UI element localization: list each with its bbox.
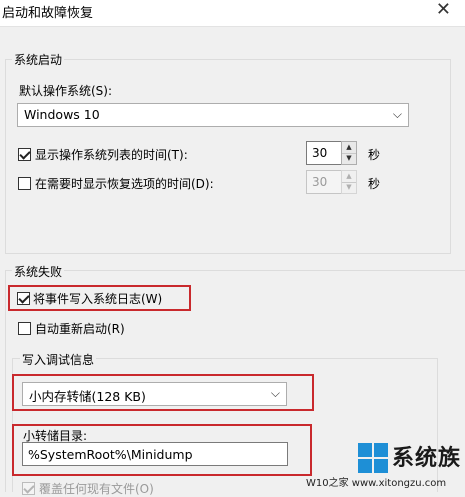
spin-down-icon: ▼ [346,183,352,191]
show-os-list-checkbox[interactable] [18,148,31,161]
watermark-url: W10之家 www.xitongzu.com [306,478,447,489]
write-event-label[interactable]: 将事件写入系统日志(W) [33,290,162,307]
show-os-list-time-input[interactable]: 30 [306,141,343,165]
title-bar: 启动和故障恢复 ✕ [0,0,465,27]
dump-type-value: 小内存转储(128 KB) [29,389,146,404]
dump-type-dropdown[interactable]: 小内存转储(128 KB) ⌵ [22,382,287,406]
dump-dir-value: %SystemRoot%\Minidump [28,447,193,462]
chevron-down-icon: ⌵ [270,386,280,400]
default-os-dropdown[interactable]: Windows 10 ⌵ [17,103,409,127]
windows-logo-watermark [358,443,388,473]
show-recovery-time-input: 30 [306,170,343,194]
dump-dir-input[interactable]: %SystemRoot%\Minidump [22,442,288,466]
overwrite-checkbox[interactable] [22,482,35,495]
default-os-value: Windows 10 [24,107,100,122]
show-recovery-label[interactable]: 在需要时显示恢复选项的时间(D): [35,175,214,192]
window-title: 启动和故障恢复 [2,6,94,21]
seconds-unit-label-2: 秒 [368,177,381,191]
auto-restart-label[interactable]: 自动重新启动(R) [35,320,125,337]
write-event-checkbox[interactable] [17,292,30,305]
show-recovery-checkbox[interactable] [18,177,31,190]
default-os-label: 默认操作系统(S): [19,84,113,98]
close-icon[interactable]: ✕ [436,0,451,21]
show-os-list-time-value: 30 [312,146,328,160]
seconds-unit-label: 秒 [368,148,381,162]
debug-info-title: 写入调试信息 [20,351,97,368]
show-os-list-spinner[interactable]: ▲ ▼ [341,141,357,165]
system-failure-title: 系统失败 [12,263,65,280]
chevron-down-icon: ⌵ [392,107,402,121]
system-startup-title: 系统启动 [12,51,65,68]
spin-down-icon[interactable]: ▼ [342,153,356,164]
overwrite-label[interactable]: 覆盖任何现有文件(O) [39,480,154,497]
watermark-brand-text: 系统族 [392,446,462,471]
show-recovery-spinner: ▲ ▼ [341,170,357,194]
auto-restart-checkbox[interactable] [18,322,31,335]
show-recovery-time-value: 30 [312,175,328,189]
show-os-list-label[interactable]: 显示操作系统列表的时间(T): [35,146,188,163]
